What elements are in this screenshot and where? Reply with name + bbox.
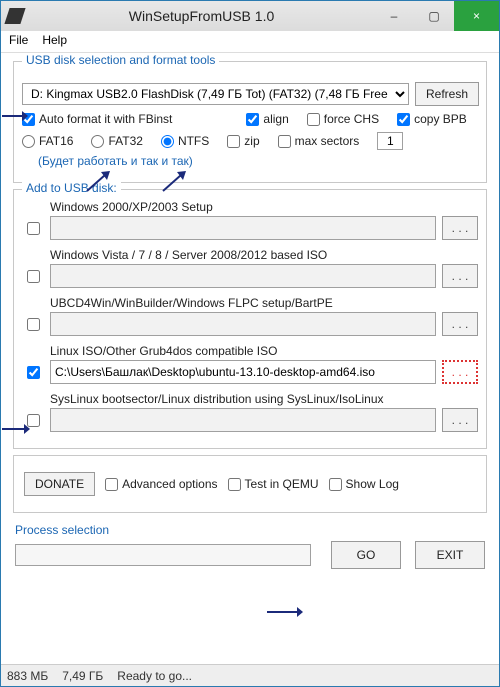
progress-bar <box>15 544 311 566</box>
disk-select[interactable]: D: Kingmax USB2.0 FlashDisk (7,49 ГБ Tot… <box>22 83 409 105</box>
add-section-checkbox[interactable] <box>27 414 40 427</box>
status-left: 883 МБ <box>7 669 48 683</box>
add-section: SysLinux bootsector/Linux distribution u… <box>50 392 478 432</box>
align-label: align <box>263 112 288 126</box>
showlog-checkbox[interactable] <box>329 478 342 491</box>
add-section: Linux ISO/Other Grub4dos compatible ISO.… <box>50 344 478 384</box>
add-section: UBCD4Win/WinBuilder/Windows FLPC setup/B… <box>50 296 478 336</box>
menu-help[interactable]: Help <box>42 33 67 50</box>
add-section-label: SysLinux bootsector/Linux distribution u… <box>50 392 478 406</box>
add-section-label: Windows 2000/XP/2003 Setup <box>50 200 478 214</box>
add-section: Windows 2000/XP/2003 Setup . . . <box>50 200 478 240</box>
fs-hint: (Будет работать и так и так) <box>38 154 478 168</box>
process-area: Process selection GO EXIT <box>13 519 487 583</box>
go-button[interactable]: GO <box>331 541 401 569</box>
status-mid: 7,49 ГБ <box>62 669 103 683</box>
maxsectors-input[interactable] <box>377 132 403 150</box>
fat16-label: FAT16 <box>39 134 73 148</box>
menu-file[interactable]: File <box>9 33 28 50</box>
fat32-radio[interactable] <box>91 135 104 148</box>
maximize-button[interactable]: ▢ <box>414 1 454 31</box>
window-title: WinSetupFromUSB 1.0 <box>29 8 374 24</box>
close-button[interactable]: × <box>454 1 499 31</box>
donate-button[interactable]: DONATE <box>24 472 95 496</box>
ntfs-label: NTFS <box>178 134 209 148</box>
add-section-label: UBCD4Win/WinBuilder/Windows FLPC setup/B… <box>50 296 478 310</box>
status-right: Ready to go... <box>117 669 192 683</box>
add-section-label: Linux ISO/Other Grub4dos compatible ISO <box>50 344 478 358</box>
browse-button[interactable]: . . . <box>442 264 478 288</box>
fat16-radio[interactable] <box>22 135 35 148</box>
qemu-label: Test in QEMU <box>245 477 319 491</box>
copybpb-checkbox[interactable] <box>397 113 410 126</box>
add-section-path[interactable] <box>50 360 436 384</box>
refresh-button[interactable]: Refresh <box>415 82 479 106</box>
add-section-checkbox[interactable] <box>27 318 40 331</box>
forcechs-label: force CHS <box>324 112 379 126</box>
add-section-checkbox[interactable] <box>27 222 40 235</box>
browse-button[interactable]: . . . <box>442 216 478 240</box>
usb-groupbox: USB disk selection and format tools D: K… <box>13 61 487 183</box>
add-section-label: Windows Vista / 7 / 8 / Server 2008/2012… <box>50 248 478 262</box>
maxsectors-label: max sectors <box>295 134 360 148</box>
ntfs-radio[interactable] <box>161 135 174 148</box>
autoformat-label: Auto format it with FBinst <box>39 112 172 126</box>
statusbar: 883 МБ 7,49 ГБ Ready to go... <box>1 664 499 686</box>
copybpb-label: copy BPB <box>414 112 467 126</box>
zip-label: zip <box>244 134 259 148</box>
process-label: Process selection <box>15 523 485 537</box>
add-legend: Add to USB disk: <box>22 181 121 195</box>
add-section-path[interactable] <box>50 312 436 336</box>
add-section-path[interactable] <box>50 216 436 240</box>
exit-button[interactable]: EXIT <box>415 541 485 569</box>
add-groupbox: Add to USB disk: Windows 2000/XP/2003 Se… <box>13 189 487 449</box>
usb-group-legend: USB disk selection and format tools <box>22 53 219 67</box>
fat32-label: FAT32 <box>108 134 142 148</box>
forcechs-checkbox[interactable] <box>307 113 320 126</box>
add-section: Windows Vista / 7 / 8 / Server 2008/2012… <box>50 248 478 288</box>
minimize-button[interactable]: – <box>374 1 414 31</box>
advanced-checkbox[interactable] <box>105 478 118 491</box>
bottom-options-group: DONATE Advanced options Test in QEMU Sho… <box>13 455 487 513</box>
browse-button[interactable]: . . . <box>442 408 478 432</box>
add-section-path[interactable] <box>50 264 436 288</box>
add-section-checkbox[interactable] <box>27 270 40 283</box>
showlog-label: Show Log <box>346 477 399 491</box>
advanced-label: Advanced options <box>122 477 217 491</box>
app-icon <box>4 8 25 24</box>
add-section-path[interactable] <box>50 408 436 432</box>
add-section-checkbox[interactable] <box>27 366 40 379</box>
zip-checkbox[interactable] <box>227 135 240 148</box>
maxsectors-checkbox[interactable] <box>278 135 291 148</box>
titlebar: WinSetupFromUSB 1.0 – ▢ × <box>1 1 499 31</box>
align-checkbox[interactable] <box>246 113 259 126</box>
menubar: File Help <box>1 31 499 53</box>
browse-button[interactable]: . . . <box>442 312 478 336</box>
autoformat-checkbox[interactable] <box>22 113 35 126</box>
content-area: USB disk selection and format tools D: K… <box>1 53 499 664</box>
browse-button[interactable]: . . . <box>442 360 478 384</box>
qemu-checkbox[interactable] <box>228 478 241 491</box>
